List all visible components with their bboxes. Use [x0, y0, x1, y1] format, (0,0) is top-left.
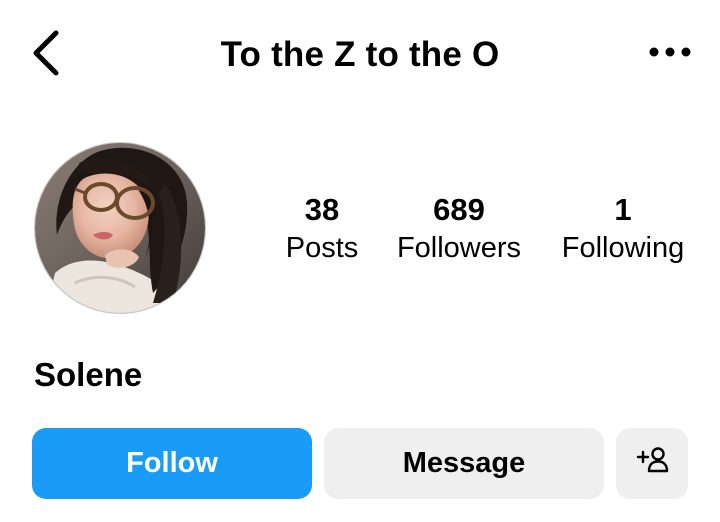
suggested-users-button[interactable]: [616, 428, 688, 499]
follow-button-label: Follow: [126, 447, 218, 479]
followers-count: 689: [433, 192, 485, 227]
profile-header: To the Z to the O: [0, 0, 720, 110]
posts-label: Posts: [285, 232, 359, 264]
back-button[interactable]: [22, 30, 70, 80]
more-horizontal-icon: [648, 45, 692, 63]
profile-photo: [35, 143, 205, 313]
following-count: 1: [614, 192, 632, 227]
follow-button[interactable]: Follow: [32, 428, 312, 499]
posts-count: 38: [304, 192, 340, 227]
add-person-icon: [635, 445, 669, 483]
stat-posts[interactable]: 38 Posts: [272, 190, 372, 268]
stat-following[interactable]: 1 Following: [548, 190, 698, 268]
chevron-left-icon: [29, 29, 63, 82]
stat-followers[interactable]: 689 Followers: [384, 190, 534, 268]
message-button[interactable]: Message: [324, 428, 604, 499]
message-button-label: Message: [402, 447, 526, 479]
following-label: Following: [561, 232, 685, 264]
profile-name: Solene: [34, 356, 143, 393]
page-title: To the Z to the O: [220, 35, 500, 74]
followers-label: Followers: [396, 232, 522, 264]
more-options-button[interactable]: [640, 34, 700, 74]
avatar[interactable]: [34, 142, 206, 314]
